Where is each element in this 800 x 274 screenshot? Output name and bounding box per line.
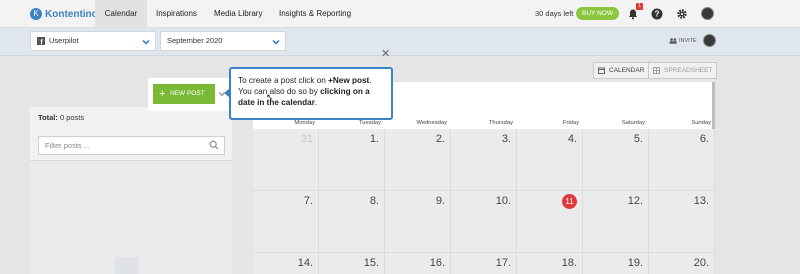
- calendar-day-cell[interactable]: 8.: [319, 191, 385, 253]
- day-name: Saturday: [621, 120, 645, 126]
- day-name: Wednesday: [416, 120, 447, 126]
- calendar-day-cell-today[interactable]: 11: [517, 191, 583, 253]
- calendar-day-cell[interactable]: 2.: [385, 129, 451, 191]
- chevron-down-icon: [142, 39, 150, 45]
- calendar-day-cell[interactable]: 20.: [649, 253, 715, 274]
- day-number: 9.: [435, 195, 445, 207]
- sub-toolbar: f Userpilot September 2020 INVITE: [0, 28, 800, 56]
- new-post-label: NEW POST: [170, 90, 205, 97]
- users-icon: [669, 38, 677, 44]
- empty-state-illustration: [115, 257, 139, 274]
- spreadsheet-icon: [653, 67, 660, 74]
- day-number: 4.: [567, 133, 577, 145]
- account-select[interactable]: f Userpilot: [30, 31, 156, 51]
- tab-inspirations[interactable]: Inspirations: [156, 0, 197, 28]
- svg-text:?: ?: [655, 10, 660, 19]
- calendar-day-cell[interactable]: 14.: [253, 253, 319, 274]
- calendar-day-cell[interactable]: 10.: [451, 191, 517, 253]
- day-name: Tuesday: [358, 120, 381, 126]
- day-name: Friday: [562, 120, 579, 126]
- day-number: 6.: [699, 133, 709, 145]
- day-number: 16.: [429, 257, 445, 269]
- day-number: 14.: [297, 257, 313, 269]
- notification-badge: 1: [636, 3, 643, 10]
- day-number: 12.: [627, 195, 643, 207]
- total-posts: Total: 0 posts: [38, 113, 84, 122]
- calendar-icon: [598, 67, 605, 74]
- tooltip-text: .: [314, 98, 318, 107]
- day-number: 17.: [495, 257, 511, 269]
- logo[interactable]: K Kontentino: [30, 7, 98, 21]
- onboarding-tooltip: To create a post click on +New post. You…: [229, 67, 393, 120]
- tooltip-bold: +New post: [328, 76, 370, 85]
- facebook-icon: f: [37, 37, 45, 45]
- tab-media-library[interactable]: Media Library: [214, 0, 262, 28]
- spreadsheet-view-button[interactable]: SPREADSHEET: [648, 62, 718, 79]
- day-number: 19.: [627, 257, 643, 269]
- team-avatar[interactable]: [703, 34, 716, 47]
- search-icon: [209, 140, 219, 150]
- day-number: 31: [300, 133, 313, 145]
- day-number: 3.: [501, 133, 511, 145]
- day-number: 10.: [495, 195, 511, 207]
- day-number: 15.: [363, 257, 379, 269]
- day-name: Thursday: [488, 120, 513, 126]
- day-number: 1.: [369, 133, 379, 145]
- calendar-day-cell[interactable]: 19.: [583, 253, 649, 274]
- calendar-day-cell[interactable]: 17.: [451, 253, 517, 274]
- plus-icon: +: [159, 88, 166, 100]
- day-number: 8.: [369, 195, 379, 207]
- filter-posts-input[interactable]: Filter posts ...: [38, 136, 225, 155]
- total-value: 0 posts: [59, 113, 85, 122]
- calendar-day-cell[interactable]: 4.: [517, 129, 583, 191]
- pointer-cursor-icon: ↖: [266, 92, 274, 102]
- tooltip-text: To create a post click on: [238, 76, 329, 85]
- day-number: 18.: [561, 257, 577, 269]
- invite-label: INVITE: [679, 38, 697, 44]
- tab-insights-reporting[interactable]: Insights & Reporting: [279, 0, 351, 28]
- logo-mark-icon: K: [30, 8, 42, 20]
- logo-text: Kontentino: [45, 8, 98, 20]
- calendar-view-label: CALENDAR: [609, 67, 645, 74]
- total-label: Total:: [38, 113, 58, 122]
- month-select-value: September 2020: [167, 36, 223, 45]
- day-number: 20.: [693, 257, 709, 269]
- top-navigation: K Kontentino Calendar Inspirations Media…: [0, 0, 800, 28]
- calendar-view-button[interactable]: CALENDAR: [593, 62, 650, 79]
- day-name: Monday: [294, 120, 315, 126]
- new-post-button[interactable]: + NEW POST: [153, 84, 215, 104]
- buy-now-button[interactable]: BUY NOW: [576, 7, 619, 20]
- trial-days-left: 30 days left: [535, 9, 574, 18]
- calendar-day-cell[interactable]: 1.: [319, 129, 385, 191]
- day-name: Sunday: [691, 120, 711, 126]
- tab-calendar[interactable]: Calendar: [95, 0, 147, 28]
- user-avatar[interactable]: [701, 7, 714, 20]
- day-number: 2.: [435, 133, 445, 145]
- calendar-day-cell[interactable]: 13.: [649, 191, 715, 253]
- close-icon[interactable]: ✕: [381, 47, 390, 60]
- calendar-day-names: Monday Tuesday Wednesday Thursday Friday…: [253, 120, 715, 129]
- day-number: 13.: [693, 195, 709, 207]
- calendar-day-cell[interactable]: 6.: [649, 129, 715, 191]
- day-number: 5.: [633, 133, 643, 145]
- calendar-day-cell[interactable]: 5.: [583, 129, 649, 191]
- calendar-day-cell[interactable]: 31: [253, 129, 319, 191]
- filter-placeholder: Filter posts ...: [45, 141, 91, 150]
- calendar-day-cell[interactable]: 18.: [517, 253, 583, 274]
- calendar-day-cell[interactable]: 3.: [451, 129, 517, 191]
- day-number: 7.: [303, 195, 313, 207]
- invite-button[interactable]: INVITE: [669, 38, 697, 44]
- gear-icon[interactable]: [676, 8, 688, 20]
- today-badge: 11: [562, 194, 577, 209]
- chevron-down-icon: [272, 39, 280, 45]
- calendar-day-cell[interactable]: 7.: [253, 191, 319, 253]
- spreadsheet-view-label: SPREADSHEET: [664, 67, 713, 74]
- month-select[interactable]: September 2020: [160, 31, 286, 51]
- calendar-day-cell[interactable]: 9.: [385, 191, 451, 253]
- calendar-grid: 31 1. 2. 3. 4. 5. 6. 7. 8. 9. 10. 11 12.…: [253, 129, 715, 274]
- help-icon[interactable]: ?: [651, 8, 663, 20]
- calendar-day-cell[interactable]: 12.: [583, 191, 649, 253]
- calendar-day-cell[interactable]: 15.: [319, 253, 385, 274]
- calendar-day-cell[interactable]: 16.: [385, 253, 451, 274]
